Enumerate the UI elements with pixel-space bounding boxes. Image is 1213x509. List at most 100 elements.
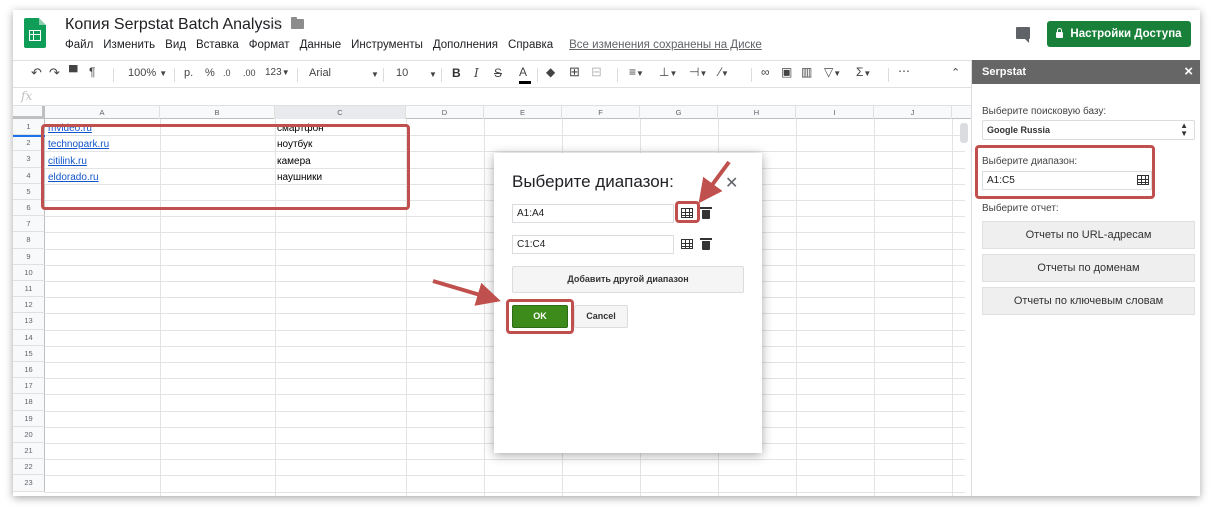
font-select[interactable]: Arial [309, 67, 331, 79]
column-header-h[interactable]: H [718, 106, 796, 119]
data-range-highlight [41, 124, 410, 210]
cancel-button[interactable]: Cancel [574, 305, 628, 328]
row-header[interactable]: 8 [13, 232, 45, 249]
text-wrap-icon[interactable]: ⊣▼ [689, 65, 707, 79]
row-header[interactable]: 14 [13, 329, 45, 346]
sidebar-header: Serpstat × [972, 60, 1200, 84]
link-icon[interactable]: ∞ [761, 65, 770, 79]
insert-comment-icon[interactable]: ▣ [781, 65, 792, 79]
zoom-select[interactable]: 100% ▼ [128, 67, 167, 79]
vertical-align-icon[interactable]: ⊥▼ [659, 65, 677, 79]
row-header[interactable]: 11 [13, 281, 45, 298]
column-header-b[interactable]: B [160, 106, 275, 119]
menu-view[interactable]: Вид [165, 39, 186, 51]
more-icon[interactable]: ⋯ [898, 64, 910, 78]
row-header[interactable]: 12 [13, 297, 45, 314]
collapse-toolbar-icon[interactable]: ⌃ [951, 66, 960, 79]
star-icon[interactable]: ☆ [269, 15, 282, 33]
toolbar-divider [174, 68, 175, 82]
row-header[interactable]: 20 [13, 426, 45, 443]
fill-color-icon[interactable]: ◆ [546, 65, 555, 79]
column-header-e[interactable]: E [484, 106, 562, 119]
ok-button-highlight [506, 299, 574, 334]
vertical-scrollbar[interactable] [960, 123, 968, 143]
filter-icon[interactable]: ▽▼ [824, 65, 841, 79]
number-format-select[interactable]: 123▼ [265, 67, 290, 78]
domain-reports-button[interactable]: Отчеты по доменам [982, 254, 1195, 282]
row-header[interactable]: 23 [13, 475, 45, 492]
search-db-select[interactable]: Google Russia ▲ ▼ [982, 120, 1195, 140]
column-header-i[interactable]: I [796, 106, 874, 119]
menu-bar: Файл Изменить Вид Вставка Формат Данные … [65, 39, 772, 51]
currency-format-button[interactable]: р. [184, 67, 193, 79]
add-range-button[interactable]: Добавить другой диапазон [512, 266, 744, 293]
functions-icon[interactable]: Σ▼ [856, 65, 871, 79]
report-label: Выберите отчет: [982, 203, 1059, 214]
horizontal-align-icon[interactable]: ≡▼ [629, 65, 644, 79]
document-title[interactable]: Копия Serpstat Batch Analysis [65, 16, 282, 34]
insert-chart-icon[interactable]: ▥ [801, 65, 812, 79]
font-size-arrow-icon[interactable]: ▼ [429, 70, 437, 79]
merge-cells-icon[interactable]: ⊟ [591, 64, 602, 80]
row-header[interactable]: 15 [13, 345, 45, 362]
column-header-j[interactable]: J [874, 106, 952, 119]
column-header-c[interactable]: C [275, 106, 406, 119]
row-header[interactable]: 17 [13, 378, 45, 395]
menu-help[interactable]: Справка [508, 39, 553, 51]
close-icon[interactable]: ✕ [725, 173, 738, 193]
row-header[interactable]: 7 [13, 216, 45, 233]
menu-format[interactable]: Формат [249, 39, 290, 51]
menu-insert[interactable]: Вставка [196, 39, 239, 51]
folder-icon[interactable] [291, 17, 304, 29]
row-header[interactable]: 19 [13, 410, 45, 427]
row-header[interactable]: 21 [13, 443, 45, 460]
menu-data[interactable]: Данные [300, 39, 342, 51]
row-header[interactable]: 16 [13, 362, 45, 379]
undo-icon[interactable]: ↶ [31, 65, 42, 81]
keyword-reports-button[interactable]: Отчеты по ключевым словам [982, 287, 1195, 315]
column-header-f[interactable]: F [562, 106, 640, 119]
trash-icon[interactable] [700, 238, 712, 250]
text-color-button[interactable]: A [519, 65, 527, 79]
row-header[interactable]: 10 [13, 264, 45, 281]
select-all-corner[interactable] [13, 106, 45, 119]
menu-edit[interactable]: Изменить [103, 39, 155, 51]
toolbar-divider [888, 68, 889, 82]
zoom-value: 100% [128, 67, 157, 79]
paint-format-icon[interactable]: ¶ [89, 65, 95, 79]
trash-icon[interactable] [700, 207, 712, 219]
menu-addons[interactable]: Дополнения [433, 39, 498, 51]
comment-icon[interactable] [1016, 27, 1030, 43]
sheets-logo-icon[interactable] [24, 18, 46, 48]
strikethrough-button[interactable]: S [494, 66, 502, 80]
italic-button[interactable]: I [474, 66, 479, 80]
print-icon[interactable]: ▀ [69, 65, 78, 79]
range-input-1[interactable]: A1:A4 [512, 204, 674, 223]
row-header[interactable]: 18 [13, 394, 45, 411]
font-select-arrow-icon[interactable]: ▼ [371, 70, 379, 79]
redo-icon[interactable]: ↷ [49, 65, 60, 81]
increase-decimal-button[interactable]: .00 [243, 68, 256, 78]
font-size-select[interactable]: 10 [396, 67, 408, 79]
formula-bar[interactable]: fx [13, 88, 971, 106]
text-rotation-icon[interactable]: ⁄▼ [719, 65, 729, 79]
app-window: Копия Serpstat Batch Analysis ☆ Файл Изм… [13, 10, 1200, 496]
row-header[interactable]: 22 [13, 459, 45, 476]
column-header-d[interactable]: D [406, 106, 484, 119]
decrease-decimal-button[interactable]: .0 [223, 68, 231, 78]
range-input-2[interactable]: C1:C4 [512, 235, 674, 254]
menu-tools[interactable]: Инструменты [351, 39, 423, 51]
row-header[interactable]: 13 [13, 313, 45, 330]
saved-status-link[interactable]: Все изменения сохранены на Диске [569, 39, 762, 51]
column-header-a[interactable]: A [45, 106, 160, 119]
share-button[interactable]: Настройки Доступа [1047, 21, 1191, 47]
select-range-table-icon[interactable] [681, 239, 693, 249]
bold-button[interactable]: B [452, 66, 461, 80]
row-header[interactable]: 9 [13, 248, 45, 265]
url-reports-button[interactable]: Отчеты по URL-адресам [982, 221, 1195, 249]
percent-format-button[interactable]: % [205, 67, 215, 79]
sidebar-close-icon[interactable]: × [1184, 63, 1193, 80]
menu-file[interactable]: Файл [65, 39, 93, 51]
column-header-g[interactable]: G [640, 106, 718, 119]
borders-icon[interactable]: ⊞ [569, 64, 580, 80]
